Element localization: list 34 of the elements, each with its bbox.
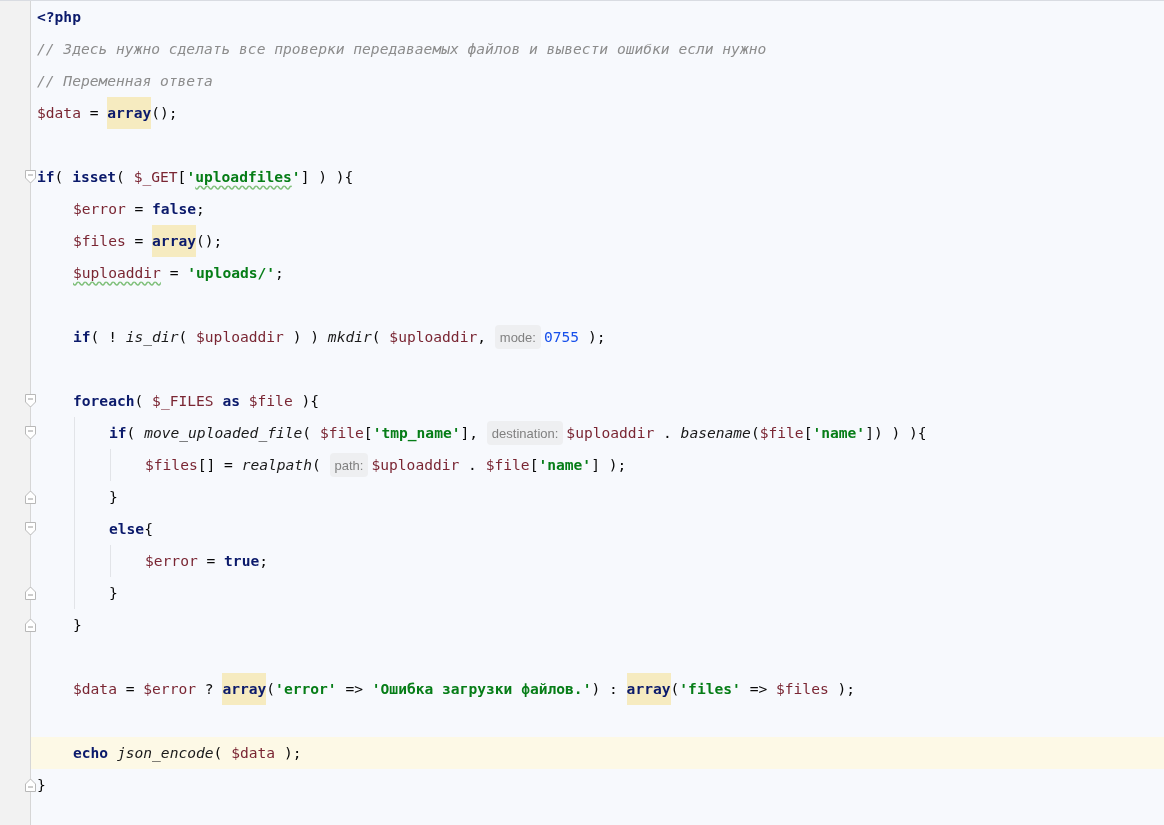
code-text: $uploaddir . $file['name'] );: [371, 455, 627, 475]
fold-marker-icon[interactable]: [25, 394, 36, 408]
code-text: }: [37, 775, 46, 795]
code-text: if( ! is_dir( $uploaddir ) ) mkdir( $uploaddir,: [73, 327, 488, 348]
code-text: echo json_encode( $data );: [73, 743, 302, 764]
code-text: $error = true;: [145, 551, 269, 571]
fold-marker-icon[interactable]: [25, 522, 36, 536]
fold-marker-icon[interactable]: [25, 490, 36, 504]
fold-marker-icon[interactable]: [25, 618, 36, 632]
fold-marker-icon[interactable]: [25, 778, 36, 792]
code-text: }: [109, 487, 118, 507]
code-text: $data = $error ? array('error' => 'Ошибка загрузки файлов.') : array('files' => $files );: [73, 673, 856, 705]
parameter-hint: mode:: [494, 325, 541, 349]
parameter-hint: path:: [329, 453, 369, 477]
code-text: }: [73, 615, 82, 635]
parameter-hint: destination:: [486, 421, 564, 445]
code-text: 0755 );: [543, 327, 606, 347]
code-text: // Здесь нужно сделать все проверки передаваемых файлов и вывести ошибки если нужно: [37, 39, 767, 59]
fold-marker-icon[interactable]: [25, 170, 36, 184]
code-text: $uploaddir = 'uploads/';: [73, 263, 284, 283]
fold-marker-icon[interactable]: [25, 586, 36, 600]
code-text: $uploaddir . basename($file['name']) ) ){: [566, 423, 927, 443]
code-text: else{: [109, 519, 153, 539]
code-text: $data = array();: [37, 97, 178, 129]
code-text: $error = false;: [73, 199, 205, 219]
code-text: if( move_uploaded_file( $file['tmp_name'],: [109, 423, 480, 444]
code-text: $files = array();: [73, 225, 223, 257]
code-text: // Переменная ответа: [37, 71, 213, 91]
code-text: if( isset( $_GET['uploadfiles'] ) ){: [37, 167, 354, 188]
code-text: $files[] = realpath(: [145, 455, 322, 475]
code-text: }: [109, 583, 118, 603]
code-text: foreach( $_FILES as $file ){: [73, 391, 320, 412]
fold-marker-icon[interactable]: [25, 426, 36, 440]
code-text: <?php: [37, 7, 81, 27]
